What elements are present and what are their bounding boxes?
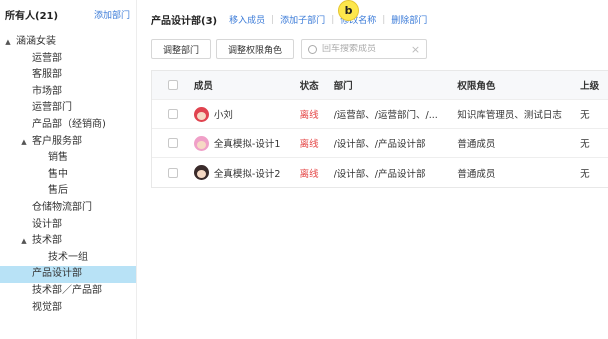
tree-item[interactable]: 售后 [0,183,136,200]
supervisor-text: 无 [580,168,590,180]
separator: | [271,14,275,25]
tree-item-label: 仓储物流部门 [32,201,92,213]
all-members-title[interactable]: 所有人(21) [5,7,58,22]
tree-item[interactable]: 售中 [0,167,136,184]
table-row[interactable]: 全真模拟-设计1 离线/设计部、/产品设计部 普通成员 无 [152,129,608,158]
role-text: 普通成员 [457,168,496,180]
table-row[interactable]: 小刘 离线/运营部、/运营部门、/... 知识库管理员、测试日志 无 [152,100,608,129]
member-cell: 小刘 [193,106,300,122]
search-icon [308,44,318,54]
separator: | [331,14,335,25]
tree-item-label: 技术部 [32,235,62,247]
department-header: 产品设计部(3) 移入成员 | 添加子部门 | 修改名称 | 删除部门 [151,12,427,28]
row-checkbox-cell [152,138,194,148]
tree-item[interactable]: 运营部 [0,51,136,68]
table-row[interactable]: 全真模拟-设计2 离线/设计部、/产品设计部 普通成员 无 [152,158,608,187]
avatar [193,135,209,151]
add-subdepartment-link[interactable]: 添加子部门 [280,13,325,26]
row-checkbox[interactable] [167,138,178,148]
table-header-row: 成员 状态 部门 权限角色 上级 [152,71,608,100]
tree-item[interactable]: ▲ 客户服务部 [0,134,136,151]
role-text: 普通成员 [457,139,496,150]
tree-item-label: 设计部 [32,218,62,230]
tree-item[interactable]: 视觉部 [0,300,136,317]
row-checkbox[interactable] [167,167,178,178]
department-tree: ▲ 涵涵女装运营部客服部市场部运营部门产品部（经销商) ▲ 客户服务部销售售中售后仓储… [0,34,136,316]
tree-item[interactable]: 运营部门 [0,100,136,117]
supervisor-text: 无 [580,139,590,150]
column-header-status: 状态 [299,81,319,92]
adjust-role-button[interactable]: 调整权限角色 [216,39,295,59]
tree-item[interactable]: 市场部 [0,84,136,101]
tree-item[interactable]: 仓储物流部门 [0,200,136,217]
sidebar: 所有人(21) 添加部门 ▲ 涵涵女装 运营部 客服部 市场部 运营部门 产品部（经销商) ▲… [0,0,137,339]
tree-item[interactable]: 产品部（经销商) [0,117,136,134]
tree-item-label: 客户服务部 [32,135,82,147]
adjust-department-button[interactable]: 调整部门 [151,39,212,59]
member-name: 小刘 [213,110,233,121]
tree-item[interactable]: 技术一组 [0,250,136,267]
tree-item-label: 市场部 [32,85,62,97]
toolbar: 调整部门 调整权限角色 × [151,39,428,59]
department-text: /运营部、/运营部门、/... [333,110,438,121]
tree-item-label: 客服部 [32,69,62,81]
tree-item-label: 销售 [48,152,68,164]
select-all-checkbox[interactable] [167,80,178,90]
member-cell: 全真模拟-设计1 [193,135,300,151]
status-text: 离线 [299,139,319,150]
member-name: 全真模拟-设计1 [213,139,281,150]
clear-icon[interactable]: × [411,43,420,56]
annotation-badge: b [338,0,359,21]
table-body: 小刘 离线/运营部、/运营部门、/... 知识库管理员、测试日志无全真模拟-设计1 离… [152,100,608,187]
avatar [193,106,209,122]
supervisor-text: 无 [580,110,590,121]
tree-item-label: 技术一组 [48,251,88,263]
column-header-member: 成员 [193,81,213,92]
member-search-input[interactable] [322,44,411,54]
move-in-members-link[interactable]: 移入成员 [229,13,265,26]
tree-item-label: 产品部（经销商) [32,118,106,130]
tree-item-label: 产品设计部 [32,268,82,280]
tree-item-label: 售后 [48,185,68,197]
tree-item-label: 运营部门 [32,102,72,114]
column-header-supervisor: 上级 [580,81,600,92]
member-table: 成员 状态 部门 权限角色 上级 小刘 离线/运营部、/运营部门、/... 知识库管… [151,70,608,188]
tree-item-label: 运营部 [32,52,62,64]
row-checkbox-cell [152,109,194,119]
header-checkbox-cell [152,80,194,90]
tree-item-label: 售中 [48,168,68,180]
department-text: /设计部、/产品设计部 [333,168,426,180]
status-text: 离线 [299,110,319,121]
tree-item[interactable]: 客服部 [0,67,136,84]
tree-item[interactable]: 技术部／产品部 [0,283,136,300]
tree-item-label: 涵涵女装 [16,36,56,47]
tree-item[interactable]: ▲ 涵涵女装 [0,34,136,51]
expand-caret-icon[interactable]: ▲ [20,233,28,250]
tree-item[interactable]: 设计部 [0,217,136,234]
department-text: /设计部、/产品设计部 [333,139,426,150]
member-search-box[interactable]: × [301,39,428,59]
department-title: 产品设计部(3) [151,16,218,27]
tree-item-label: 技术部／产品部 [32,284,102,296]
column-header-department: 部门 [333,81,353,92]
main-panel: 产品设计部(3) 移入成员 | 添加子部门 | 修改名称 | 删除部门 b 调整… [137,0,608,339]
column-header-role: 权限角色 [457,81,496,92]
delete-department-link[interactable]: 删除部门 [391,13,427,26]
expand-caret-icon[interactable]: ▲ [4,34,12,51]
tree-item-label: 视觉部 [32,301,62,313]
separator: | [382,14,386,25]
row-checkbox-cell [152,167,194,178]
member-cell: 全真模拟-设计2 [193,165,300,180]
avatar [193,165,209,180]
tree-item[interactable]: ▲ 技术部 [0,233,136,250]
status-text: 离线 [299,168,319,180]
tree-item[interactable]: 产品设计部 [0,266,136,283]
row-checkbox[interactable] [167,109,178,119]
expand-caret-icon[interactable]: ▲ [20,134,28,151]
sidebar-header: 所有人(21) 添加部门 [0,0,136,28]
role-text: 知识库管理员、测试日志 [457,110,562,121]
add-department-link[interactable]: 添加部门 [94,8,130,21]
tree-item[interactable]: 销售 [0,150,136,167]
member-name: 全真模拟-设计2 [213,168,281,180]
